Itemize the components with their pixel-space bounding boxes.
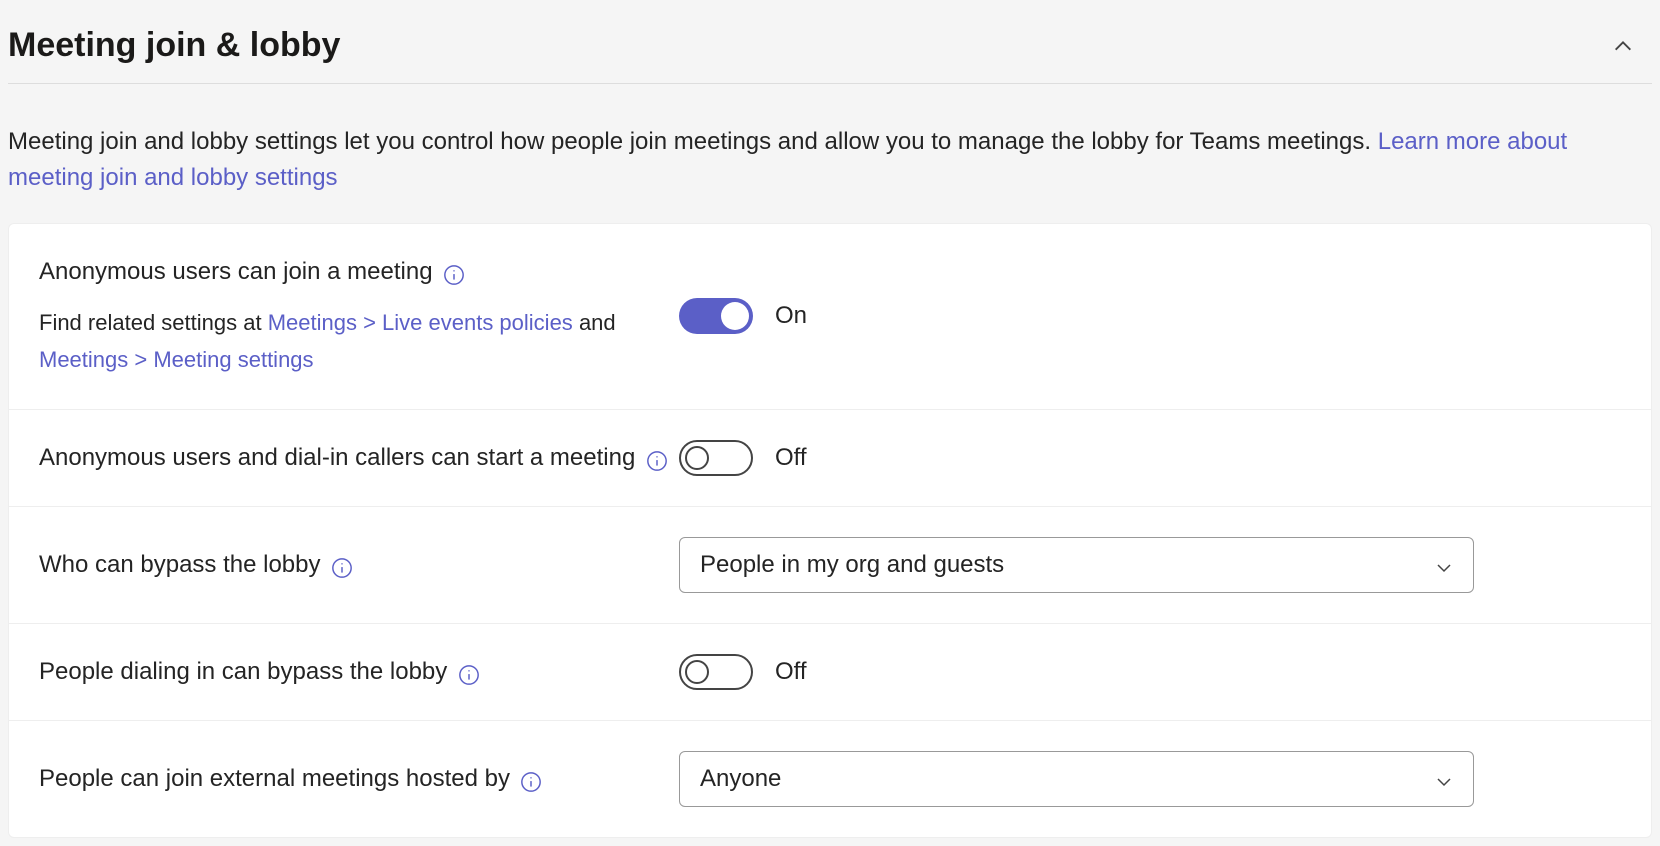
info-icon[interactable] [443,264,465,286]
setting-sublabel: Find related settings at Meetings > Live… [39,304,679,379]
toggle-state-label: On [775,302,807,330]
dropdown-external-hosted[interactable]: Anyone [679,751,1474,807]
toggle-anon-start[interactable] [679,440,753,476]
meeting-join-lobby-page: Meeting join & lobby Meeting join and lo… [0,0,1660,846]
link-live-events-policies[interactable]: Meetings > Live events policies [268,310,573,335]
chevron-down-icon [1435,556,1453,574]
toggle-knob [685,446,709,470]
setting-label-col: People can join external meetings hosted… [39,761,679,797]
dropdown-value: People in my org and guests [700,551,1004,579]
toggle-state-label: Off [775,444,807,472]
setting-control-col: Off [679,440,1621,476]
setting-label: Anonymous users and dial-in callers can … [39,444,635,471]
dropdown-bypass-lobby[interactable]: People in my org and guests [679,537,1474,593]
section-description: Meeting join and lobby settings let you … [8,84,1652,221]
setting-label: People dialing in can bypass the lobby [39,658,447,685]
sublabel-middle: and [579,310,616,335]
setting-row-anon-join: Anonymous users can join a meeting Find … [9,224,1651,410]
info-icon[interactable] [520,771,542,793]
info-icon[interactable] [458,664,480,686]
setting-label: Anonymous users can join a meeting [39,258,433,285]
toggle-dialin-bypass[interactable] [679,654,753,690]
section-title: Meeting join & lobby [8,26,340,65]
setting-control-col: Anyone [679,751,1621,807]
description-text: Meeting join and lobby settings let you … [8,128,1378,155]
setting-label-col: Anonymous users can join a meeting Find … [39,254,679,379]
info-icon[interactable] [646,450,668,472]
setting-label-col: People dialing in can bypass the lobby [39,654,679,690]
chevron-up-icon[interactable] [1612,35,1634,57]
setting-row-bypass-lobby: Who can bypass the lobby People in my or… [9,507,1651,624]
toggle-state-label: Off [775,658,807,686]
setting-label-col: Anonymous users and dial-in callers can … [39,440,679,476]
toggle-anon-join[interactable] [679,298,753,334]
setting-control-col: On [679,298,1621,334]
setting-label: People can join external meetings hosted… [39,765,510,792]
setting-label-col: Who can bypass the lobby [39,547,679,583]
toggle-knob [685,660,709,684]
section-header[interactable]: Meeting join & lobby [8,8,1652,84]
setting-label: Who can bypass the lobby [39,551,321,578]
link-meeting-settings[interactable]: Meetings > Meeting settings [39,347,314,372]
setting-row-anon-start: Anonymous users and dial-in callers can … [9,410,1651,507]
settings-card: Anonymous users can join a meeting Find … [8,223,1652,838]
info-icon[interactable] [331,557,353,579]
setting-row-dialin-bypass: People dialing in can bypass the lobby O… [9,624,1651,721]
toggle-knob [721,302,749,330]
sublabel-prefix: Find related settings at [39,310,268,335]
setting-control-col: People in my org and guests [679,537,1621,593]
setting-control-col: Off [679,654,1621,690]
chevron-down-icon [1435,770,1453,788]
dropdown-value: Anyone [700,765,781,793]
setting-row-external-hosted: People can join external meetings hosted… [9,721,1651,837]
